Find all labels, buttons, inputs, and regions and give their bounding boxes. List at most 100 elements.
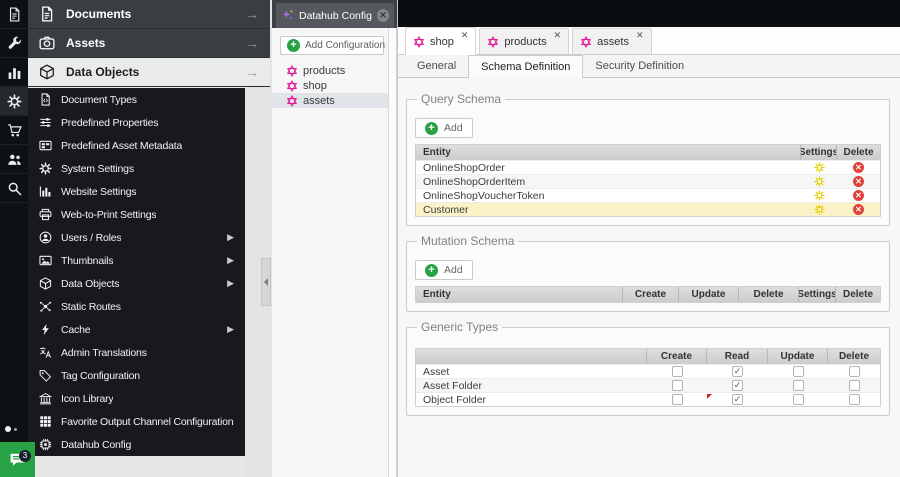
menu-item-predefined-asset-metadata[interactable]: Predefined Asset Metadata: [28, 134, 245, 157]
arrow-right-icon: →: [245, 6, 259, 22]
checkbox-update[interactable]: [792, 366, 804, 377]
column-header[interactable]: Delete: [828, 349, 880, 364]
panel-collapse-handle[interactable]: [261, 258, 271, 306]
checkbox-delete[interactable]: [848, 394, 860, 405]
rail-bar-chart-button[interactable]: [0, 58, 28, 87]
menu-item-label: Predefined Properties: [61, 116, 159, 129]
accordion-item-assets[interactable]: Assets →: [28, 29, 270, 58]
tree-item-assets[interactable]: assets: [272, 93, 397, 108]
menu-item-web-to-print-settings[interactable]: Web-to-Print Settings: [28, 203, 245, 226]
rail-gear-button[interactable]: [0, 87, 28, 116]
settings-gear-icon[interactable]: [813, 162, 825, 173]
settings-gear-icon[interactable]: [813, 204, 825, 215]
checkbox-create[interactable]: [671, 366, 683, 377]
accordion-item-documents[interactable]: Documents →: [28, 0, 270, 29]
generic-types-table-header: Create Read Update Delete: [416, 349, 880, 364]
column-header[interactable]: Entity: [416, 287, 623, 302]
settings-gear-icon[interactable]: [813, 176, 825, 187]
close-icon[interactable]: ✕: [636, 30, 644, 41]
menu-item-data-objects[interactable]: Data Objects ▶: [28, 272, 245, 295]
column-header[interactable]: Delete: [739, 287, 799, 302]
menu-item-system-settings[interactable]: System Settings: [28, 157, 245, 180]
datahub-star-icon: [286, 94, 298, 107]
query-schema-add-button[interactable]: + Add: [415, 118, 473, 138]
delete-icon[interactable]: ✕: [853, 204, 864, 215]
left-icon-rail: 3: [0, 0, 35, 477]
menu-item-predefined-properties[interactable]: Predefined Properties: [28, 111, 245, 134]
datahub-star-icon: [487, 35, 499, 48]
menu-item-website-settings[interactable]: Website Settings: [28, 180, 245, 203]
rail-users-button[interactable]: [0, 145, 28, 174]
table-row-asset-folder: Asset Folder ✓: [416, 378, 880, 392]
column-header[interactable]: Create: [647, 349, 707, 364]
menu-item-static-routes[interactable]: Static Routes: [28, 295, 245, 318]
close-icon[interactable]: ✕: [461, 30, 469, 41]
menu-item-document-types[interactable]: Document Types: [28, 88, 245, 111]
checkbox-update[interactable]: [792, 380, 804, 391]
checkbox-read[interactable]: ✓: [732, 366, 743, 377]
rail-wrench-button[interactable]: [0, 29, 28, 58]
tab-datahub-config[interactable]: Datahub Config ✕: [276, 3, 394, 28]
panel-scrollbar-gutter[interactable]: [388, 28, 397, 477]
checkbox-read[interactable]: ✓: [732, 380, 743, 391]
editor-tab-products[interactable]: products ✕: [479, 28, 570, 54]
delete-icon[interactable]: ✕: [853, 190, 864, 201]
editor-tab-assets[interactable]: assets ✕: [572, 28, 652, 54]
menu-item-datahub-config[interactable]: Datahub Config: [28, 433, 245, 456]
menu-item-thumbnails[interactable]: Thumbnails ▶: [28, 249, 245, 272]
page-icon: [39, 93, 52, 106]
delete-icon[interactable]: ✕: [853, 176, 864, 187]
chat-button[interactable]: 3: [0, 442, 35, 477]
menu-item-tag-configuration[interactable]: Tag Configuration: [28, 364, 245, 387]
query-schema-fieldset: Query Schema + Add Entity Settings Delete …: [406, 92, 890, 226]
close-icon[interactable]: ✕: [554, 30, 562, 41]
subtab-label: General: [417, 60, 457, 72]
checkbox-create[interactable]: [671, 380, 683, 391]
subtab-security-definition[interactable]: Security Definition: [583, 55, 696, 77]
checkbox-delete[interactable]: [848, 366, 860, 377]
tree-item-products[interactable]: products: [272, 63, 397, 78]
settings-gear-icon[interactable]: [813, 190, 825, 201]
rail-cart-button[interactable]: [0, 116, 28, 145]
column-header[interactable]: [416, 349, 647, 364]
checkbox-create[interactable]: [671, 394, 683, 405]
editor-tab-shop[interactable]: shop ✕: [405, 27, 477, 55]
column-header[interactable]: Entity: [416, 145, 801, 160]
tab-label: products: [504, 35, 547, 48]
subtab-schema-definition[interactable]: Schema Definition: [468, 55, 584, 78]
menu-item-label: Users / Roles: [61, 231, 122, 244]
collapse-left-arrow-icon: [264, 278, 268, 286]
plus-icon: +: [425, 263, 438, 277]
close-icon[interactable]: ✕: [376, 9, 389, 22]
column-header[interactable]: Delete: [837, 145, 880, 160]
column-header[interactable]: Delete: [836, 287, 880, 302]
column-header[interactable]: Update: [768, 349, 828, 364]
rail-icon-list: [0, 0, 28, 203]
column-header[interactable]: Settings: [801, 145, 837, 160]
editor-tabbar: shop ✕ products ✕ assets ✕: [398, 27, 900, 55]
rail-document-button[interactable]: [0, 0, 28, 29]
query-schema-table-body: OnlineShopOrder ✕ OnlineShopOrderItem ✕ Onli…: [416, 160, 880, 216]
menu-item-users-roles[interactable]: Users / Roles ▶: [28, 226, 245, 249]
accordion-item-data-objects[interactable]: Data Objects →: [28, 58, 270, 87]
tree-item-shop[interactable]: shop: [272, 78, 397, 93]
menu-item-label: Admin Translations: [61, 346, 147, 359]
column-header[interactable]: Read: [707, 349, 768, 364]
checkbox-delete[interactable]: [848, 380, 860, 391]
cube-icon: [39, 277, 52, 290]
column-header[interactable]: Settings: [799, 287, 836, 302]
menu-item-favorite-output-channel-configurations[interactable]: Favorite Output Channel Configurations: [28, 410, 245, 433]
checkbox-read[interactable]: ✓: [732, 394, 743, 405]
delete-icon[interactable]: ✕: [853, 162, 864, 173]
column-header[interactable]: Create: [623, 287, 679, 302]
menu-item-admin-translations[interactable]: Admin Translations: [28, 341, 245, 364]
checkbox-update[interactable]: [792, 394, 804, 405]
mutation-schema-add-button[interactable]: + Add: [415, 260, 473, 280]
add-configuration-button[interactable]: + Add Configuration ▼: [280, 36, 399, 55]
rail-search-button[interactable]: [0, 174, 28, 203]
menu-item-icon-library[interactable]: Icon Library: [28, 387, 245, 410]
column-header[interactable]: Update: [679, 287, 739, 302]
subtab-general[interactable]: General: [405, 55, 468, 77]
menu-item-cache[interactable]: Cache ▶: [28, 318, 245, 341]
datahub-star-icon: [413, 35, 425, 48]
